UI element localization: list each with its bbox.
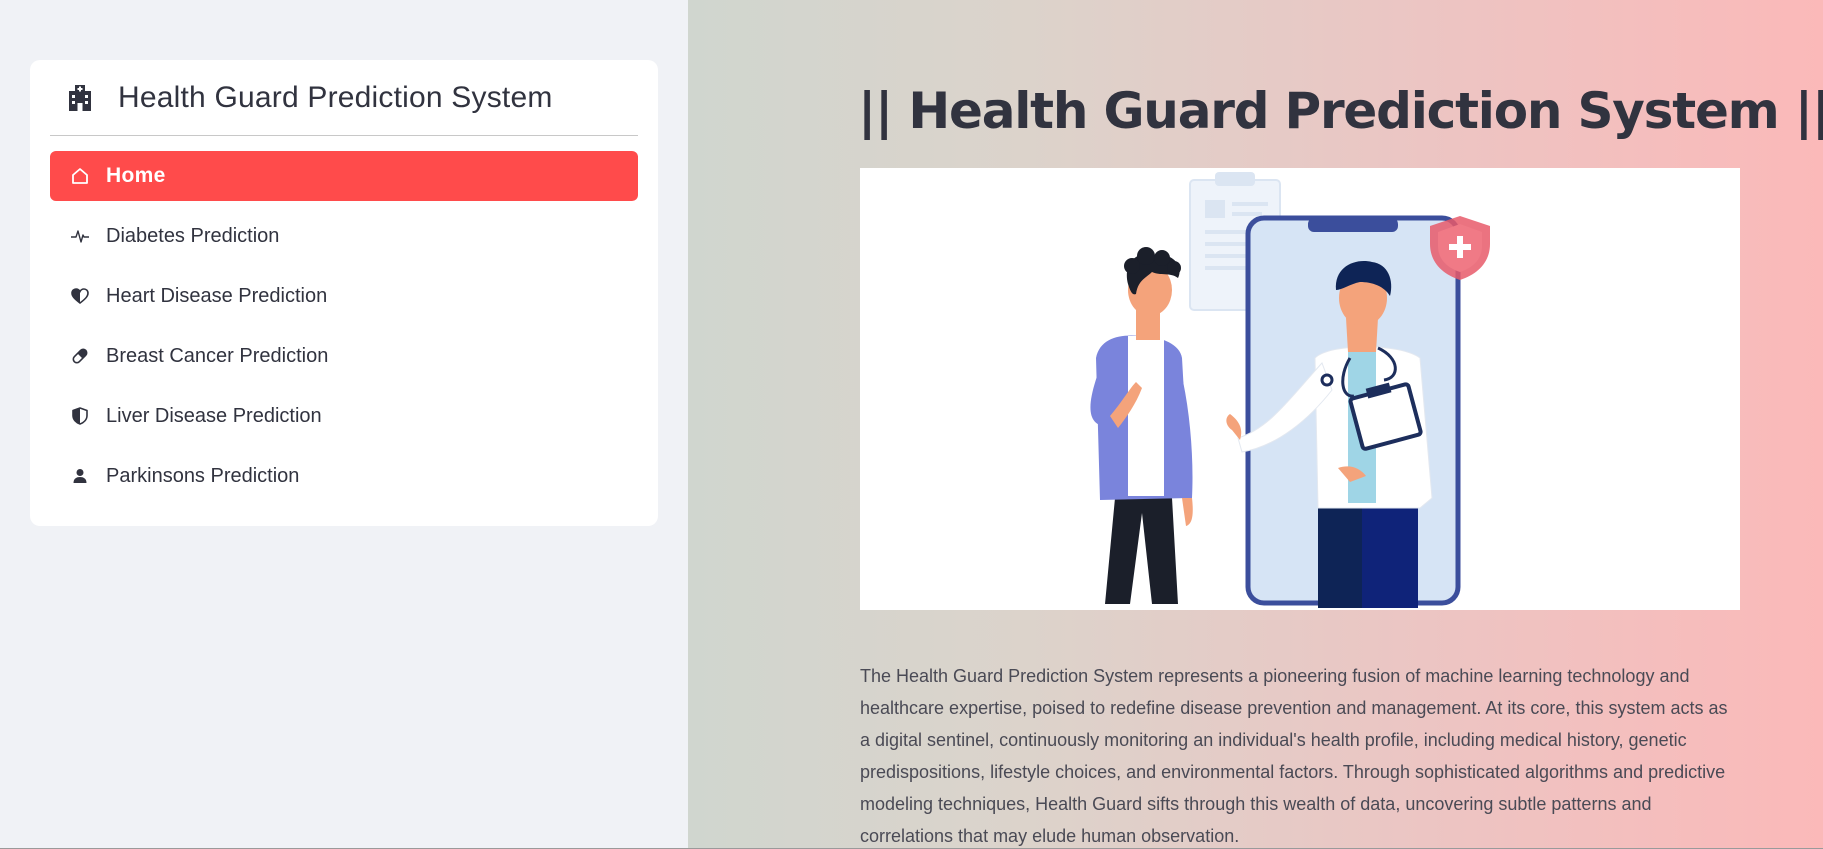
app-window: Health Guard Prediction System Home Diab… (0, 0, 1823, 849)
menu-item-label: Heart Disease Prediction (106, 284, 328, 307)
menu-header: Health Guard Prediction System (50, 60, 638, 136)
menu-item-liver-disease[interactable]: Liver Disease Prediction (50, 391, 638, 441)
main-content: || Health Guard Prediction System || The… (688, 0, 1823, 849)
menu-item-breast-cancer[interactable]: Breast Cancer Prediction (50, 331, 638, 381)
description-text: The Health Guard Prediction System repre… (860, 666, 1728, 846)
shield-half-icon (70, 406, 90, 426)
menu-list: Home Diabetes Prediction Heart Disease P… (50, 151, 638, 501)
menu-item-label: Diabetes Prediction (106, 224, 280, 247)
house-icon (70, 166, 90, 186)
menu-title: Health Guard Prediction System (118, 80, 553, 114)
option-menu: Health Guard Prediction System Home Diab… (30, 60, 658, 526)
menu-item-label: Breast Cancer Prediction (106, 344, 329, 367)
page-title: || Health Guard Prediction System || (858, 82, 1823, 140)
activity-icon (70, 226, 90, 246)
patient-figure (1090, 247, 1193, 604)
capsule-icon (70, 346, 90, 366)
menu-item-label: Parkinsons Prediction (106, 464, 300, 487)
person-icon (70, 466, 90, 486)
menu-item-label: Liver Disease Prediction (106, 404, 322, 427)
menu-item-home[interactable]: Home (50, 151, 638, 201)
sidebar: Health Guard Prediction System Home Diab… (0, 0, 688, 849)
menu-item-heart-disease[interactable]: Heart Disease Prediction (50, 271, 638, 321)
menu-item-diabetes[interactable]: Diabetes Prediction (50, 211, 638, 261)
menu-item-label: Home (106, 164, 166, 187)
hospital-icon (64, 82, 96, 114)
heart-half-icon (70, 286, 90, 306)
hero-image (860, 168, 1740, 610)
menu-item-parkinsons[interactable]: Parkinsons Prediction (50, 451, 638, 501)
